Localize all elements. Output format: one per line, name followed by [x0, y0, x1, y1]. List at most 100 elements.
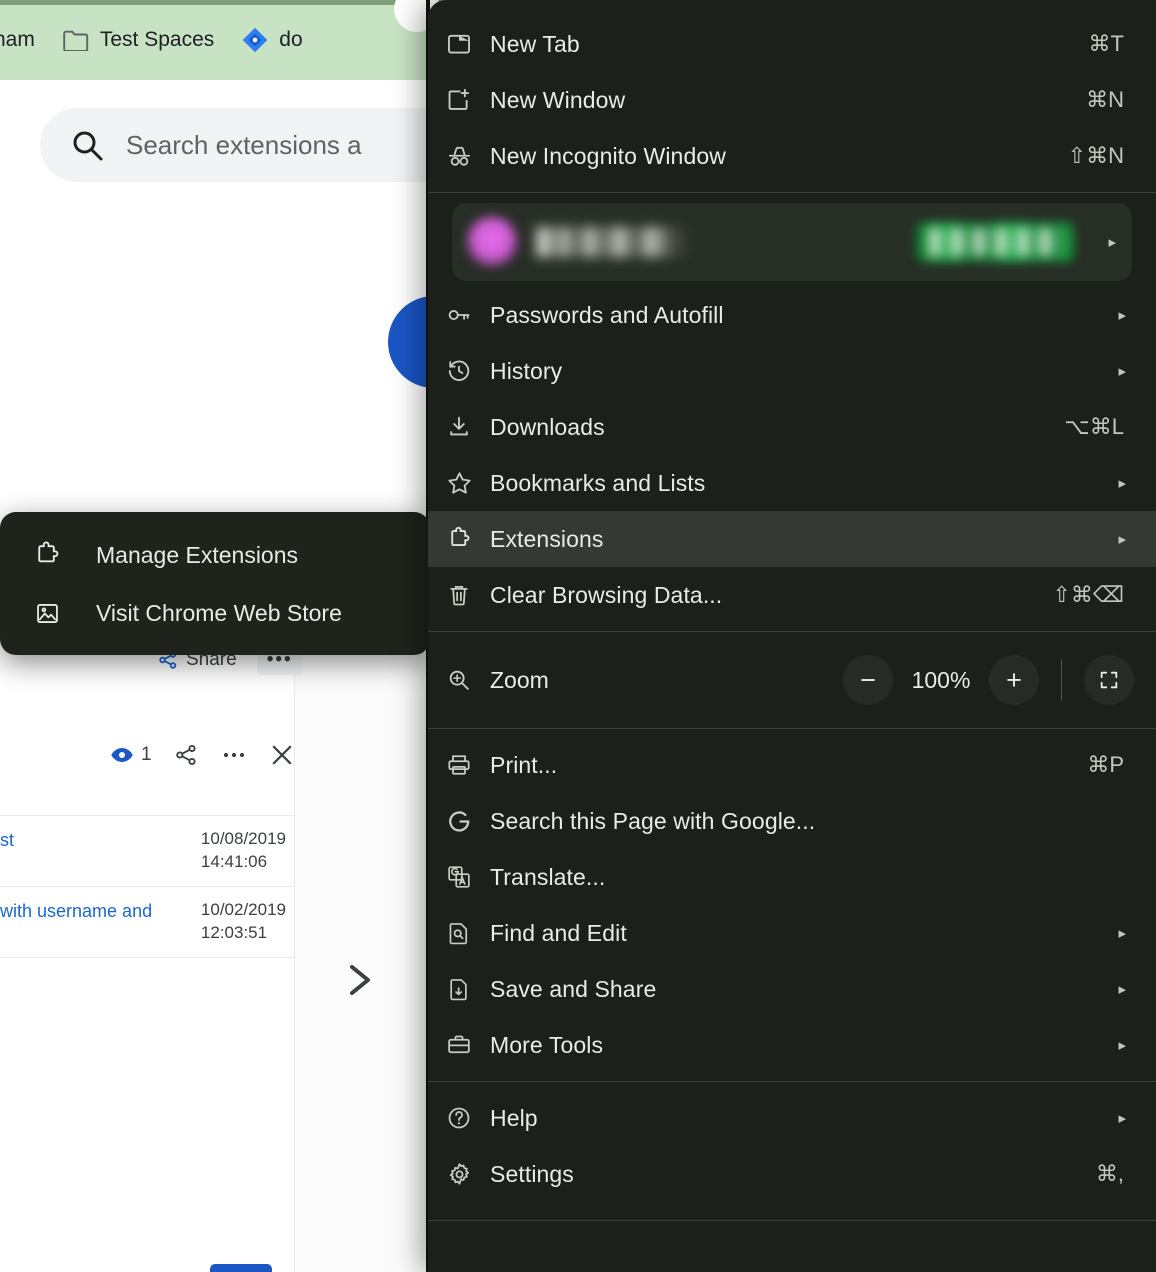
submenu-item-visit-chrome-web-store[interactable]: Visit Chrome Web Store [0, 584, 430, 642]
row-close-button[interactable] [269, 742, 295, 768]
view-count-value: 1 [141, 744, 152, 766]
menu-item-label: More Tools [490, 1032, 1118, 1059]
menu-item-label: New Window [490, 87, 1086, 114]
web-store-icon [32, 598, 62, 628]
menu-item-shortcut: ⇧⌘N [1068, 143, 1130, 169]
share-icon [174, 743, 198, 767]
menu-item-downloads[interactable]: Downloads ⌥⌘L [428, 399, 1156, 455]
chevron-right-icon: ▸ [1118, 924, 1130, 942]
bookmark-bar: nam Test Spaces do [0, 0, 452, 80]
menu-item-label: Passwords and Autofill [490, 302, 1118, 329]
menu-item-more-tools[interactable]: More Tools ▸ [428, 1017, 1156, 1073]
menu-item-label: Translate... [490, 864, 1130, 891]
menu-item-find-and-edit[interactable]: Find and Edit ▸ [428, 905, 1156, 961]
save-share-icon [428, 976, 490, 1002]
menu-item-shortcut: ⌘N [1086, 87, 1130, 113]
menu-item-extensions[interactable]: Extensions ▸ [428, 511, 1156, 567]
chevron-right-icon: ▸ [1118, 306, 1130, 324]
item-action-row: 1 [110, 742, 295, 768]
menu-item-passwords-and-autofill[interactable]: Passwords and Autofill ▸ [428, 287, 1156, 343]
zoom-controls: − 100% + [843, 655, 1134, 705]
table-row[interactable]: with username and 10/02/2019 12:03:51 [0, 886, 294, 958]
menu-divider [428, 192, 1156, 193]
chevron-right-icon: ▸ [1118, 980, 1130, 998]
primary-cta-button[interactable] [210, 1264, 272, 1272]
zoom-value: 100% [893, 667, 989, 694]
print-icon [428, 752, 490, 778]
puzzle-piece-icon [428, 526, 490, 552]
folder-icon [63, 30, 89, 51]
profile-sync-badge-redacted [916, 222, 1074, 262]
history-table: st 10/08/2019 14:41:06 with username and… [0, 815, 294, 958]
incognito-icon [428, 143, 490, 170]
submenu-item-label: Manage Extensions [96, 542, 298, 569]
search-input[interactable]: Search extensions a [40, 108, 460, 182]
chevron-right-icon: ▸ [1108, 233, 1116, 251]
zoom-out-button[interactable]: − [843, 655, 893, 705]
menu-item-search-page-with-google[interactable]: Search this Page with Google... [428, 793, 1156, 849]
bookmark-item-nam[interactable]: nam [0, 17, 49, 63]
submenu-item-manage-extensions[interactable]: Manage Extensions [0, 526, 430, 584]
gear-icon [428, 1161, 490, 1188]
menu-item-shortcut: ⌥⌘L [1064, 414, 1130, 440]
menu-item-label: Find and Edit [490, 920, 1118, 947]
table-row[interactable]: st 10/08/2019 14:41:06 [0, 815, 294, 886]
menu-item-label: Bookmarks and Lists [490, 470, 1118, 497]
fullscreen-button[interactable] [1084, 655, 1134, 705]
menu-item-new-tab[interactable]: New Tab ⌘T [428, 16, 1156, 72]
menu-item-label: New Incognito Window [490, 143, 1068, 170]
menu-item-translate[interactable]: Translate... [428, 849, 1156, 905]
menu-item-bookmarks-and-lists[interactable]: Bookmarks and Lists ▸ [428, 455, 1156, 511]
search-icon [70, 128, 104, 162]
menu-item-new-window[interactable]: New Window ⌘N [428, 72, 1156, 128]
next-page-button[interactable] [340, 955, 380, 1005]
menu-item-shortcut: ⇧⌘⌫ [1052, 582, 1130, 608]
google-g-icon [428, 808, 490, 835]
zoom-in-icon [428, 667, 490, 693]
menu-item-print[interactable]: Print... ⌘P [428, 737, 1156, 793]
chevron-right-icon: ▸ [1118, 362, 1130, 380]
submenu-item-label: Visit Chrome Web Store [96, 600, 342, 627]
bookmark-item-do[interactable]: do [228, 17, 316, 63]
search-placeholder: Search extensions a [126, 130, 362, 161]
puzzle-piece-icon [32, 540, 62, 570]
row-share-button[interactable] [174, 743, 198, 767]
menu-item-label: New Tab [490, 31, 1089, 58]
new-tab-icon [428, 31, 490, 57]
menu-item-label: Clear Browsing Data... [490, 582, 1052, 609]
profile-name-redacted [536, 227, 691, 257]
menu-item-label: Search this Page with Google... [490, 808, 1130, 835]
menu-item-history[interactable]: History ▸ [428, 343, 1156, 399]
view-count[interactable]: 1 [110, 743, 152, 767]
menu-item-help[interactable]: Help ▸ [428, 1090, 1156, 1146]
profile-row[interactable]: ▸ [452, 203, 1132, 281]
bookmark-item-test-spaces[interactable]: Test Spaces [49, 17, 228, 63]
menu-item-label: Print... [490, 752, 1087, 779]
menu-item-save-and-share[interactable]: Save and Share ▸ [428, 961, 1156, 1017]
row-more-button[interactable] [221, 743, 247, 767]
row-date: 10/02/2019 12:03:51 [201, 899, 286, 945]
download-icon [428, 414, 490, 440]
menu-item-label: Downloads [490, 414, 1064, 441]
bookmark-label: Test Spaces [100, 28, 214, 52]
chevron-right-icon: ▸ [1118, 1109, 1130, 1127]
bookmark-label: do [279, 28, 302, 52]
menu-item-clear-browsing-data[interactable]: Clear Browsing Data... ⇧⌘⌫ [428, 567, 1156, 623]
menu-item-label: Save and Share [490, 976, 1118, 1003]
menu-item-settings[interactable]: Settings ⌘, [428, 1146, 1156, 1202]
zoom-row: Zoom − 100% + [428, 640, 1156, 720]
chevron-right-icon: ▸ [1118, 1036, 1130, 1054]
find-edit-icon [428, 920, 490, 946]
menu-item-shortcut: ⌘, [1096, 1161, 1130, 1187]
chevron-right-icon [340, 955, 380, 1005]
menu-divider [428, 728, 1156, 729]
star-icon [428, 470, 490, 497]
chrome-main-menu: New Tab ⌘T New Window ⌘N New Incognito W… [428, 0, 1156, 1272]
chevron-right-icon: ▸ [1118, 530, 1130, 548]
menu-item-new-incognito-window[interactable]: New Incognito Window ⇧⌘N [428, 128, 1156, 184]
trash-icon [428, 582, 490, 608]
row-date: 10/08/2019 14:41:06 [201, 828, 286, 874]
zoom-in-button[interactable]: + [989, 655, 1039, 705]
menu-item-label: History [490, 358, 1118, 385]
row-title: with username and [0, 899, 152, 923]
